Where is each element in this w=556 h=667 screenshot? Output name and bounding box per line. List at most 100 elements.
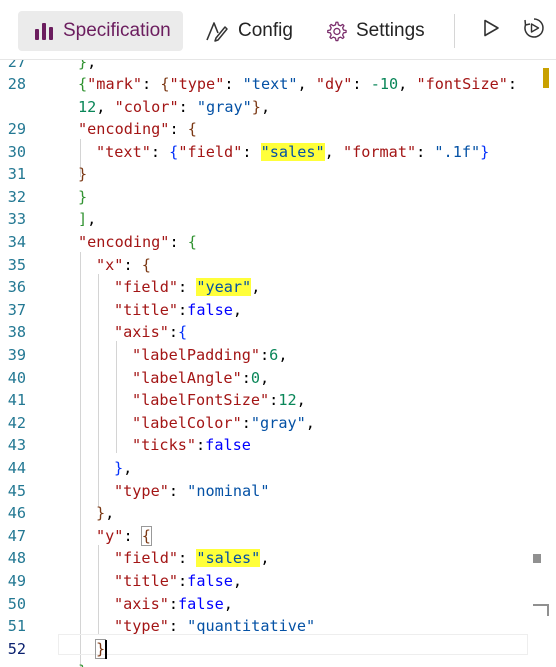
code-text: "text": {"field": "sales", "format": ".1… [96, 143, 490, 161]
code-line: 48 "field": "sales", [0, 547, 556, 570]
code-text: {"mark": {"type": "text", "dy": -10, "fo… [78, 75, 518, 93]
code-text: } [78, 165, 88, 183]
code-line: 34 "encoding": { [0, 231, 556, 254]
line-number: 34 [7, 233, 26, 251]
code-line: 31 } [0, 163, 556, 186]
line-number: 38 [7, 323, 26, 341]
code-line: 30 "text": {"field": "sales", "format": … [0, 141, 556, 164]
line-number: 44 [7, 459, 26, 477]
line-number: 48 [7, 549, 26, 567]
line-number: 33 [7, 210, 26, 228]
tab-specification-label: Specification [63, 20, 171, 41]
bar-chart-icon [34, 22, 54, 40]
code-line: 42 "labelColor":"gray", [0, 412, 556, 435]
code-line: 52 } [0, 638, 556, 661]
code-text: } [94, 639, 107, 659]
code-line: 35 "x": { [0, 254, 556, 277]
code-text: }, [96, 504, 115, 522]
tab-settings[interactable]: Settings [325, 11, 435, 51]
line-number: 37 [7, 301, 26, 319]
code-text: "x": { [96, 256, 151, 274]
line-number: 30 [7, 143, 26, 161]
tab-settings-label: Settings [356, 20, 425, 41]
auto-run-icon [523, 17, 545, 44]
code-line: 33 ], [0, 208, 556, 231]
code-text: "axis":{ [114, 323, 188, 341]
code-text: "title":false, [114, 301, 243, 319]
code-text: }, [78, 60, 97, 71]
gear-icon [325, 20, 347, 42]
pen-icon [205, 20, 229, 42]
code-text: "labelColor":"gray", [132, 414, 315, 432]
code-text: 12, "color": "gray"}, [78, 98, 271, 116]
line-number: 51 [7, 617, 26, 635]
scrollbar-cursor-marker [547, 606, 549, 616]
line-number: 39 [7, 346, 26, 364]
line-number: 47 [7, 527, 26, 545]
tab-specification[interactable]: Specification [18, 11, 183, 51]
line-number: 46 [7, 504, 26, 522]
line-number: 52 [7, 640, 26, 658]
line-number: 41 [7, 391, 26, 409]
code-text: "field": "year", [114, 278, 261, 296]
code-text: "type": "quantitative" [114, 617, 316, 635]
line-number: 36 [7, 278, 26, 296]
line-number: 50 [7, 595, 26, 613]
code-line: 27 }, [0, 60, 556, 74]
code-line: 46 }, [0, 502, 556, 525]
code-text: "field": "sales", [114, 549, 270, 567]
auto-run-button[interactable] [522, 17, 546, 44]
code-text: "title":false, [114, 572, 243, 590]
line-number: 29 [7, 120, 26, 138]
line-number: 43 [7, 436, 26, 454]
code-line: 36 "field": "year", [0, 276, 556, 299]
code-line: 41 "labelFontSize":12, [0, 389, 556, 412]
code-text: "ticks":false [132, 436, 251, 454]
code-text: } [78, 660, 87, 667]
code-text: "labelAngle":0, [132, 369, 270, 387]
line-number: 40 [7, 369, 26, 387]
line-number: 45 [7, 482, 26, 500]
code-text: ], [78, 210, 97, 228]
code-line: 40 "labelAngle":0, [0, 367, 556, 390]
code-text: "encoding": { [78, 233, 197, 251]
line-number: 42 [7, 414, 26, 432]
code-line: 29 "encoding": { [0, 118, 556, 141]
line-number: 27 [7, 60, 26, 71]
line-number: 28 [7, 75, 26, 93]
code-line: 44 }, [0, 457, 556, 480]
code-line: 49 "title":false, [0, 570, 556, 593]
code-line: 38 "axis":{ [0, 321, 556, 344]
code-line: 45 "type": "nominal" [0, 480, 556, 503]
code-editor[interactable]: 27 }, 28 {"mark": {"type": "text", "dy":… [0, 60, 556, 667]
tab-config[interactable]: Config [203, 11, 303, 51]
line-number: 35 [7, 256, 26, 274]
text-cursor [105, 640, 107, 659]
code-line: 47 "y": { [0, 525, 556, 548]
line-number: 31 [7, 165, 26, 183]
code-text: "y": { [96, 526, 152, 546]
editor-toolbar: Specification Config Settings [0, 0, 556, 60]
run-button[interactable] [479, 18, 503, 42]
code-line: 37 "title":false, [0, 299, 556, 322]
code-text: } [78, 188, 88, 206]
code-text: "encoding": { [78, 120, 197, 138]
tab-config-label: Config [238, 20, 293, 41]
code-line: 51 "type": "quantitative" [0, 615, 556, 638]
code-text: "type": "nominal" [114, 482, 270, 500]
code-line: 32 } [0, 186, 556, 209]
code-line-wrapped: 12, "color": "gray"}, [0, 96, 556, 119]
code-text: }, [114, 459, 133, 477]
code-text: "axis":false, [114, 595, 233, 613]
code-text: "labelFontSize":12, [132, 391, 306, 409]
toolbar-divider [454, 14, 455, 48]
code-line: 50 "axis":false, [0, 593, 556, 616]
scrollbar-find-marker [543, 68, 549, 88]
line-number: 49 [7, 572, 26, 590]
code-text: "labelPadding":6, [132, 346, 288, 364]
code-line: 43 "ticks":false [0, 434, 556, 457]
scrollbar-cursor-marker [533, 554, 541, 563]
line-number: 32 [7, 188, 26, 206]
play-icon [481, 18, 501, 43]
code-line: 39 "labelPadding":6, [0, 344, 556, 367]
